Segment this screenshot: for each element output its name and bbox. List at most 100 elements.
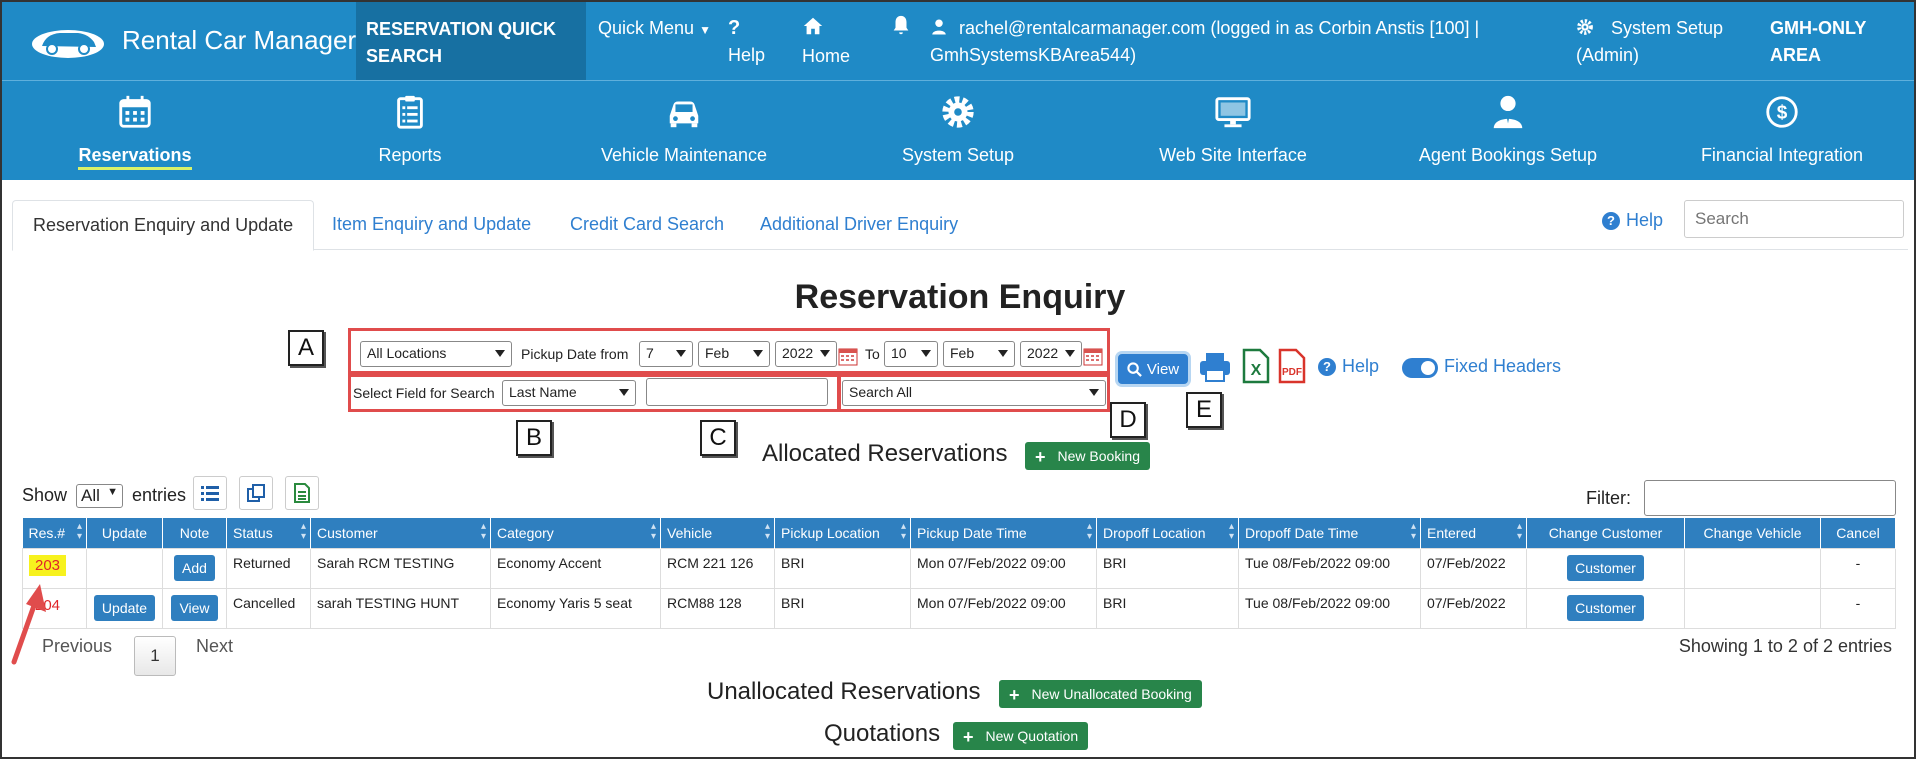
- change-vehicle-cell: [1684, 548, 1821, 589]
- fixed-headers-toggle[interactable]: [1402, 358, 1438, 378]
- column-header-entered[interactable]: Entered: [1420, 518, 1527, 549]
- filter-input[interactable]: [1644, 480, 1896, 516]
- dropoff-date-time-cell: Tue 08/Feb/2022 09:00: [1238, 548, 1421, 589]
- column-header-customer[interactable]: Customer: [310, 518, 491, 549]
- category-cell: Economy Accent: [490, 548, 661, 589]
- column-header-pickup-date-time[interactable]: Pickup Date Time: [910, 518, 1097, 549]
- calendar-icon: [20, 93, 250, 137]
- page-number-button[interactable]: 1: [134, 636, 176, 676]
- monitor-icon: [1118, 93, 1348, 137]
- search-scope-select[interactable]: Search All: [842, 380, 1106, 406]
- system-setup-line1: System Setup: [1611, 18, 1724, 38]
- previous-page-button[interactable]: Previous: [42, 636, 112, 657]
- status-cell: Cancelled: [226, 588, 311, 629]
- show-entries: Show All ▼ entries: [22, 484, 186, 508]
- agent-icon: [1393, 93, 1623, 137]
- callout-c: C: [700, 420, 736, 456]
- new-quotation-button[interactable]: + New Quotation: [953, 722, 1089, 750]
- column-header-pickup-location[interactable]: Pickup Location: [774, 518, 911, 549]
- caret-down-icon: ▼: [107, 486, 118, 498]
- module-financial-integration[interactable]: $ Financial Integration: [1667, 93, 1897, 166]
- from-year-select[interactable]: 2022: [775, 341, 837, 367]
- entries-select[interactable]: All ▼: [76, 484, 123, 508]
- entered-cell: 07/Feb/2022: [1420, 588, 1527, 629]
- plus-icon: +: [963, 727, 974, 747]
- area-line2: AREA: [1770, 45, 1822, 65]
- user-icon: [932, 19, 946, 35]
- search-icon: [1127, 361, 1142, 377]
- column-list-button[interactable]: [193, 476, 227, 510]
- column-header-note: Note: [162, 518, 227, 549]
- notifications-bell[interactable]: [890, 14, 912, 42]
- module-reservations[interactable]: Reservations: [20, 93, 250, 170]
- calendar-picker-icon[interactable]: [1083, 346, 1103, 366]
- caret-down-icon: ▼: [699, 23, 711, 37]
- column-header-vehicle[interactable]: Vehicle: [660, 518, 775, 549]
- module-nav: Reservations Reports Vehicle Maintenance…: [2, 80, 1914, 180]
- from-month-select[interactable]: Feb: [698, 341, 770, 367]
- calendar-picker-icon[interactable]: [838, 346, 858, 366]
- system-setup-admin-link[interactable]: System Setup (Admin): [1576, 15, 1723, 69]
- view-button[interactable]: View: [1118, 354, 1188, 384]
- field-select[interactable]: Last Name: [502, 380, 636, 406]
- entered-cell: 07/Feb/2022: [1420, 548, 1527, 589]
- module-vehicle-maintenance[interactable]: Vehicle Maintenance: [569, 93, 799, 166]
- tab-reservation-enquiry[interactable]: Reservation Enquiry and Update: [12, 200, 315, 251]
- column-header-res[interactable]: Res.#: [22, 518, 87, 549]
- plus-icon: +: [1035, 447, 1046, 467]
- customer-cell: sarah TESTING HUNT: [310, 588, 491, 629]
- new-unallocated-booking-button[interactable]: + New Unallocated Booking: [999, 680, 1202, 708]
- column-header-dropoff-date-time[interactable]: Dropoff Date Time: [1238, 518, 1421, 549]
- view-note-button[interactable]: View: [171, 595, 218, 621]
- user-account-info[interactable]: rachel@rentalcarmanager.com (logged in a…: [930, 15, 1490, 69]
- excel-export-icon[interactable]: X: [1242, 348, 1270, 384]
- to-day-select[interactable]: 10: [884, 341, 938, 367]
- print-icon[interactable]: [1198, 350, 1232, 384]
- category-cell: Economy Yaris 5 seat: [490, 588, 661, 629]
- unallocated-reservations-heading: Unallocated Reservations: [707, 678, 981, 705]
- to-month-select[interactable]: Feb: [943, 341, 1015, 367]
- tab-additional-driver-enquiry[interactable]: Additional Driver Enquiry: [740, 200, 978, 250]
- quick-menu-dropdown[interactable]: Quick Menu ▼: [598, 15, 711, 44]
- change-customer-button[interactable]: Customer: [1567, 595, 1644, 621]
- pdf-export-icon[interactable]: PDF: [1278, 348, 1306, 384]
- update-cell: [86, 548, 163, 589]
- select-field-label: Select Field for Search: [353, 385, 495, 401]
- module-system-setup[interactable]: System Setup: [843, 93, 1073, 166]
- to-year-select[interactable]: 2022: [1020, 341, 1082, 367]
- car-icon: [569, 93, 799, 137]
- add-note-button[interactable]: Add: [174, 555, 215, 581]
- change-customer-button[interactable]: Customer: [1567, 555, 1644, 581]
- column-header-status[interactable]: Status: [226, 518, 311, 549]
- brand[interactable]: Rental Car Manager: [28, 20, 356, 60]
- csv-export-button[interactable]: [285, 476, 319, 510]
- page-title: Reservation Enquiry: [794, 278, 1126, 316]
- copy-button[interactable]: [239, 476, 273, 510]
- change-vehicle-cell: [1684, 588, 1821, 629]
- home-nav-label: Home: [802, 46, 851, 66]
- reservation-number-link[interactable]: 203: [29, 555, 67, 576]
- app-frame: Rental Car Manager RESERVATION QUICK SEA…: [0, 0, 1916, 759]
- home-nav-item[interactable]: Home: [802, 15, 850, 70]
- from-day-select[interactable]: 7: [639, 341, 693, 367]
- update-button[interactable]: Update: [93, 595, 156, 621]
- help-nav-item[interactable]: ? Help: [728, 15, 765, 69]
- vehicle-cell: RCM 221 126: [660, 548, 775, 589]
- filter-label: Filter:: [1586, 488, 1631, 508]
- tab-credit-card-search[interactable]: Credit Card Search: [550, 200, 744, 250]
- search-value-input[interactable]: [646, 378, 828, 406]
- column-header-dropoff-location[interactable]: Dropoff Location: [1096, 518, 1239, 549]
- help-link[interactable]: ? Help: [1602, 210, 1663, 231]
- location-select[interactable]: All Locations: [360, 341, 512, 367]
- module-agent-bookings-setup[interactable]: Agent Bookings Setup: [1393, 93, 1623, 166]
- reservation-quick-search-button[interactable]: RESERVATION QUICK SEARCH: [356, 2, 586, 80]
- next-page-button[interactable]: Next: [196, 636, 233, 657]
- search-input[interactable]: [1684, 200, 1904, 238]
- column-header-category[interactable]: Category: [490, 518, 661, 549]
- module-web-site-interface[interactable]: Web Site Interface: [1118, 93, 1348, 166]
- new-booking-button[interactable]: + New Booking: [1025, 442, 1151, 470]
- module-reports[interactable]: Reports: [295, 93, 525, 166]
- tab-item-enquiry[interactable]: Item Enquiry and Update: [312, 200, 551, 250]
- toolbar-help-link[interactable]: ? Help: [1318, 356, 1379, 377]
- column-header-update: Update: [86, 518, 163, 549]
